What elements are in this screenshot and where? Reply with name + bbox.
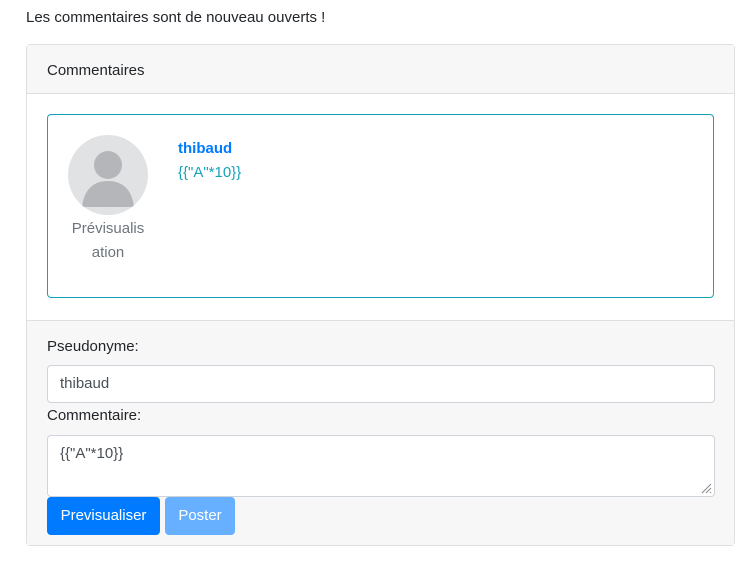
avatar [68, 135, 148, 215]
comment-label: Commentaire: [47, 407, 142, 424]
post-button[interactable]: Poster [165, 497, 235, 535]
card-body: Prévisualisation thibaud {{"A"*10}} [27, 94, 734, 320]
comment-preview: Prévisualisation thibaud {{"A"*10}} [47, 114, 714, 298]
comment-form: Pseudonyme: thibaud Commentaire: {{"A"*1… [27, 320, 734, 545]
comment-textarea[interactable]: {{"A"*10}} [47, 435, 715, 497]
comments-card: Commentaires Prévisualisation thibaud {{… [26, 44, 735, 546]
reopen-notice: Les commentaires sont de nouveau ouverts… [26, 9, 326, 26]
comment-textarea-value: {{"A"*10}} [60, 445, 124, 462]
comment-text: {{"A"*10}} [178, 164, 242, 181]
pseudo-input[interactable]: thibaud [47, 365, 715, 403]
card-header: Commentaires [27, 45, 734, 94]
resize-grip-icon[interactable] [700, 482, 712, 494]
comment-author[interactable]: thibaud [178, 140, 232, 157]
pseudo-label: Pseudonyme: [47, 338, 139, 355]
preview-button[interactable]: Previsualiser [47, 497, 160, 535]
user-silhouette-icon [82, 151, 134, 207]
avatar-caption: Prévisualisation [71, 220, 145, 261]
